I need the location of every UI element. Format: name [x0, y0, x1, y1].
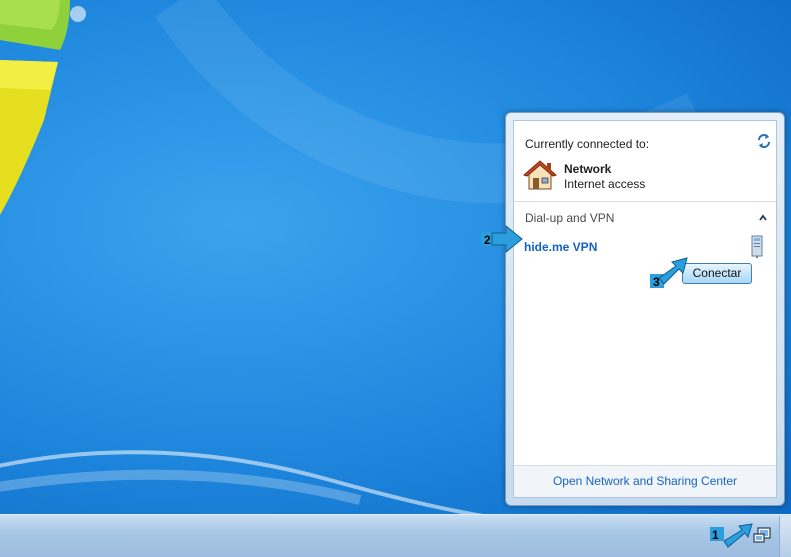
network-flyout: Currently connected to: Network Internet… — [505, 112, 785, 506]
section-divider — [514, 201, 776, 202]
dialup-vpn-header: Dial-up and VPN — [525, 211, 615, 225]
network-tray-icon[interactable] — [752, 526, 772, 546]
callout-2-arrow-icon — [491, 224, 523, 254]
callout-1-number: 1 — [712, 528, 719, 542]
callout-3-arrow-icon — [658, 257, 688, 285]
chevron-up-icon[interactable] — [758, 213, 768, 223]
open-network-sharing-center-link[interactable]: Open Network and Sharing Center — [553, 474, 737, 488]
vpn-connection-item[interactable]: hide.me VPN — [524, 240, 597, 254]
callout-1-arrow-icon — [723, 523, 753, 548]
refresh-arrows-icon[interactable] — [756, 133, 772, 149]
show-desktop-button[interactable] — [779, 516, 791, 557]
taskbar — [0, 514, 791, 557]
flyout-panel: Currently connected to: Network Internet… — [513, 120, 777, 498]
vpn-computer-icon — [751, 235, 763, 258]
currently-connected-section: Currently connected to: Network Internet… — [514, 121, 776, 201]
network-status: Internet access — [564, 177, 646, 191]
flyout-footer: Open Network and Sharing Center — [514, 465, 776, 497]
house-icon — [523, 160, 557, 190]
connect-button[interactable]: Conectar — [682, 263, 752, 284]
network-name: Network — [564, 162, 612, 176]
currently-connected-title: Currently connected to: — [525, 137, 650, 151]
